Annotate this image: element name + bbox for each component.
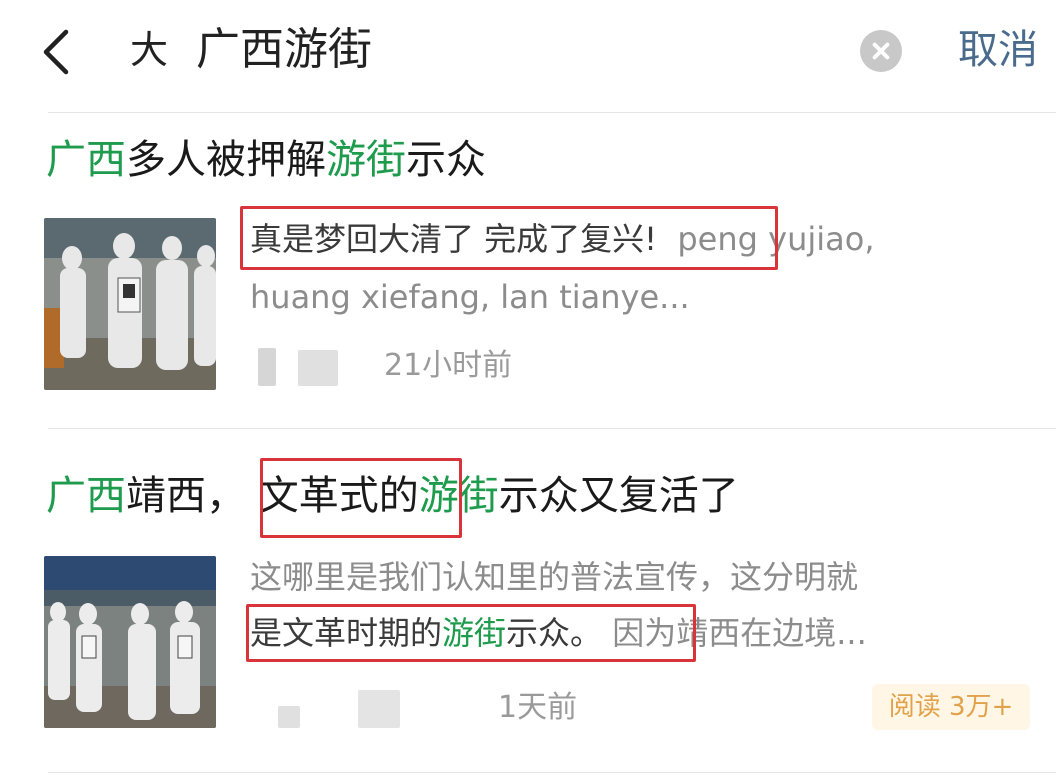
result-snippet-line: huang xiefang, lan tianye...: [250, 278, 690, 316]
title-text: 多人被押解: [126, 137, 326, 183]
divider: [48, 772, 1056, 773]
clear-circle-icon[interactable]: [860, 30, 902, 72]
divider: [48, 428, 1056, 429]
annotation-box: [260, 458, 462, 538]
search-header: 大 广西游街 取消: [0, 0, 1056, 110]
result-title: 广西多人被押解游街示众: [46, 134, 486, 186]
cancel-button[interactable]: 取消: [958, 22, 1038, 78]
read-count-badge: 阅读 3万+: [872, 684, 1030, 730]
title-text: 靖西，: [126, 473, 246, 519]
annotation-box: [240, 206, 778, 270]
result-thumbnail: [44, 218, 216, 390]
search-logo: 大: [130, 28, 169, 72]
title-text: 示众又复活了: [498, 473, 739, 519]
result-time: 21小时前: [384, 348, 513, 383]
search-query[interactable]: 广西游街: [196, 22, 372, 78]
annotation-box: [246, 604, 696, 662]
title-highlight: 游街: [326, 137, 406, 183]
blurred-author: [278, 706, 300, 728]
blurred-author: [298, 350, 338, 386]
result-thumbnail: [44, 556, 216, 728]
chevron-left-icon[interactable]: [36, 28, 76, 76]
blurred-author: [358, 690, 400, 728]
divider: [48, 112, 1056, 113]
result-snippet-line: 这哪里是我们认知里的普法宣传，这分明就: [250, 558, 859, 596]
title-text: 示众: [406, 137, 486, 183]
title-highlight: 广西: [46, 473, 126, 519]
blurred-author: [258, 348, 276, 386]
title-highlight: 广西: [46, 137, 126, 183]
result-time: 1天前: [498, 690, 578, 725]
